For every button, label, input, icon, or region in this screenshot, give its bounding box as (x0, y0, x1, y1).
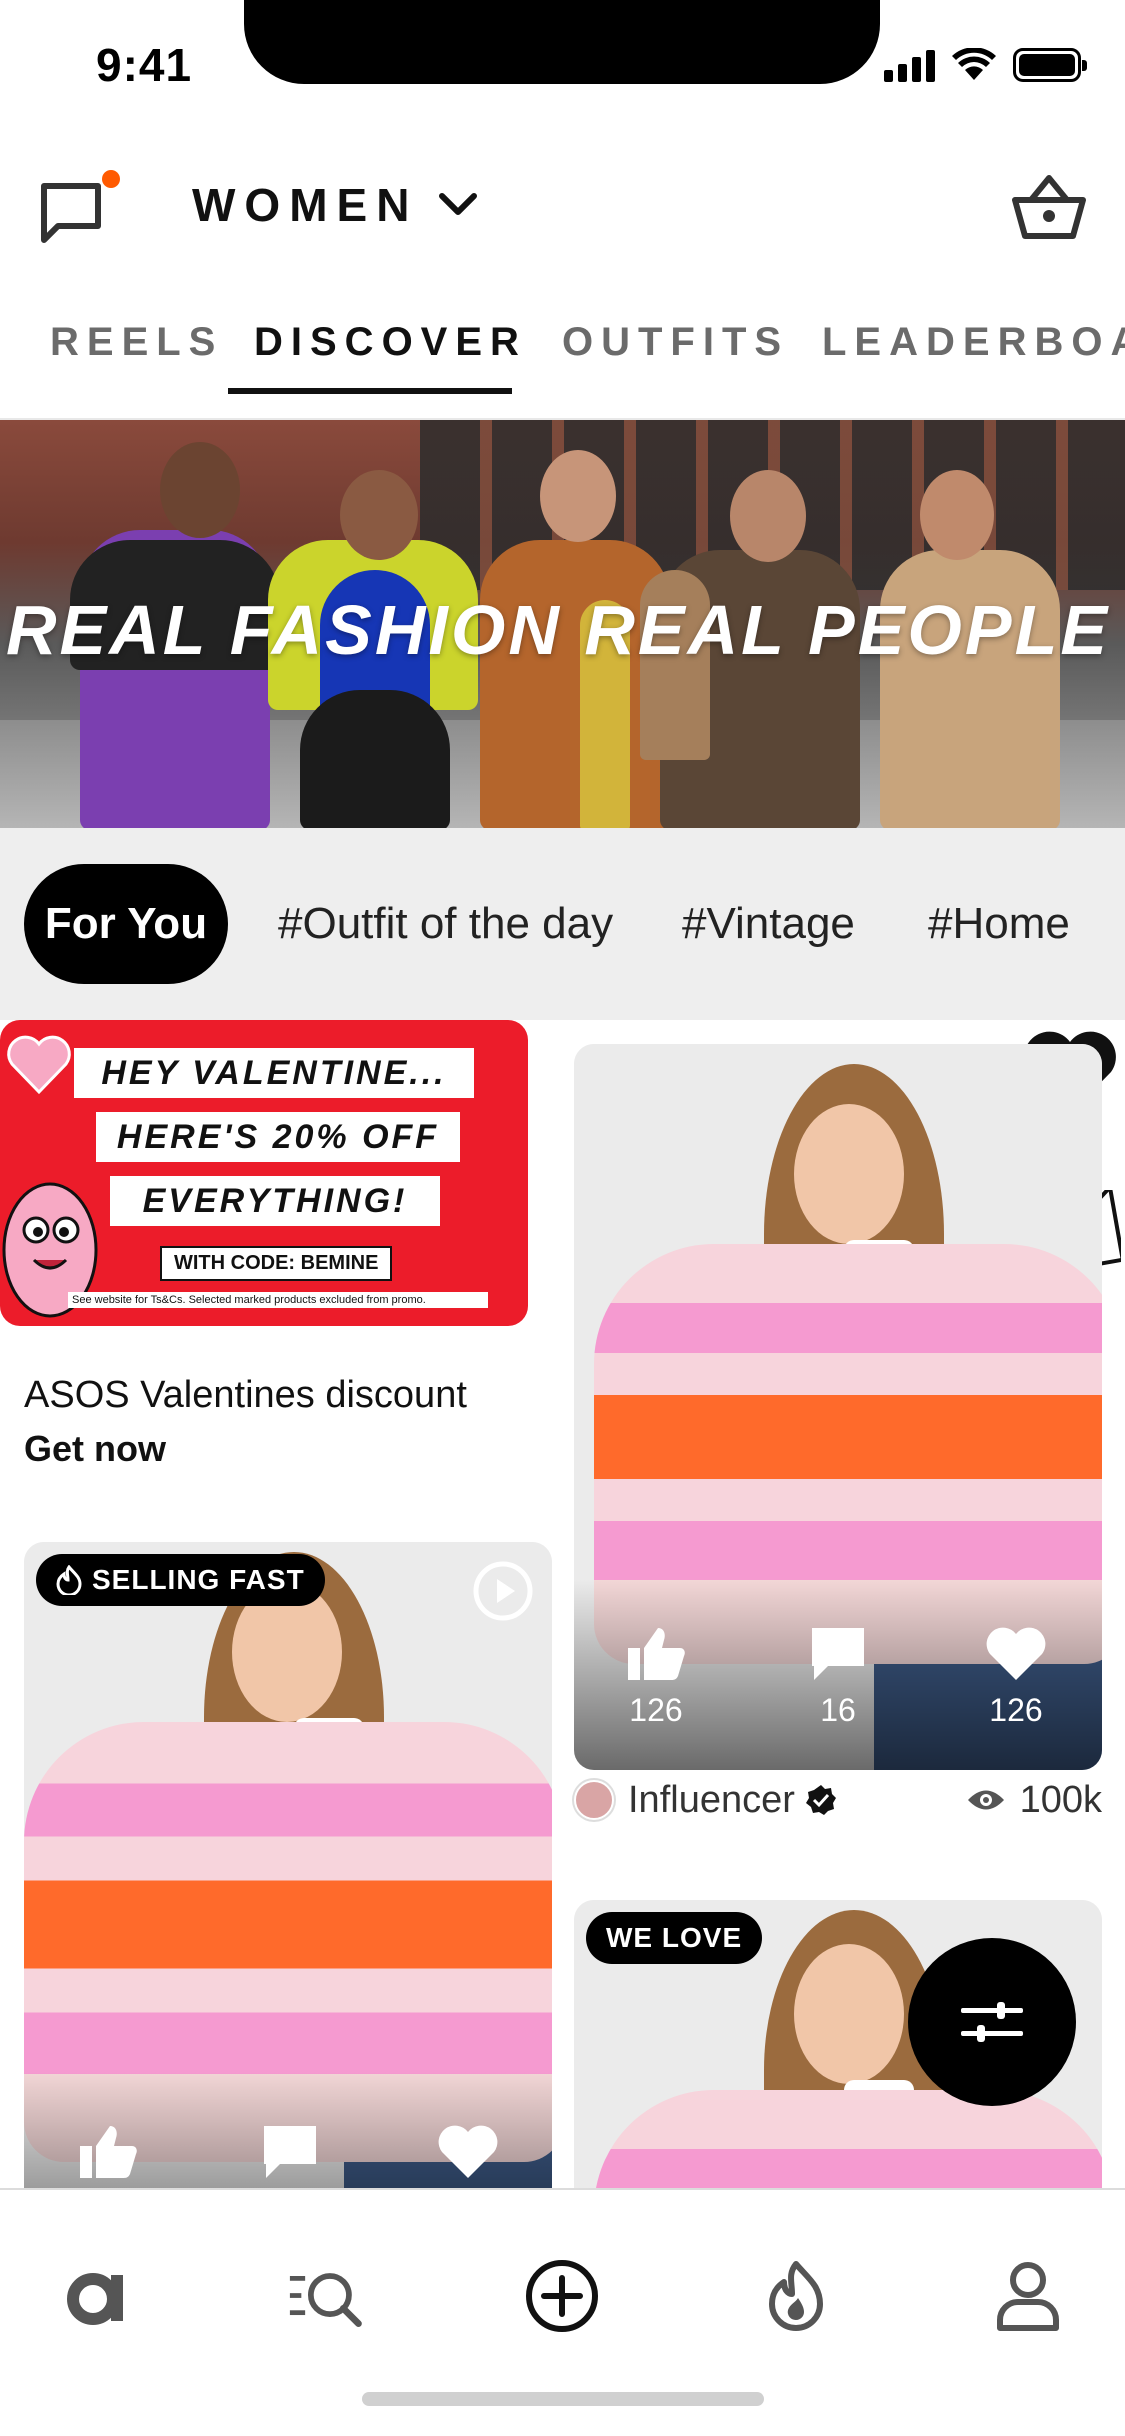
nav-trending[interactable] (756, 2256, 836, 2336)
promo-banner[interactable]: HEY VALENTINE... HERE'S 20% OFF EVERYTHI… (0, 1020, 1121, 1326)
status-bar: 9:41 (0, 0, 1125, 132)
chip-outfit-of-the-day[interactable]: #Outfit of the day (278, 864, 613, 984)
gender-selector[interactable]: WOMEN (192, 178, 478, 232)
comment-icon[interactable] (258, 2122, 322, 2182)
nav-home[interactable] (56, 2256, 136, 2336)
promo-line-2: HERE'S 20% OFF (96, 1112, 460, 1162)
promo-line-1: HEY VALENTINE... (74, 1048, 474, 1098)
hashtag-filter-bar: For You #Outfit of the day #Vintage #Hom… (0, 828, 1125, 1020)
thumbs-up-icon (628, 1628, 685, 1680)
chevron-down-icon (439, 193, 478, 215)
post-card[interactable]: 126 16 126 (574, 1044, 1102, 1770)
asos-a-icon (67, 2273, 123, 2325)
basket-button[interactable] (1009, 170, 1089, 250)
play-icon[interactable] (472, 1560, 534, 1622)
promo-title: ASOS Valentines discount (24, 1374, 467, 1416)
chat-button[interactable] (36, 164, 120, 248)
notification-dot (102, 170, 120, 188)
post-card-selling-fast[interactable]: SELLING FAST (24, 1542, 552, 2188)
chip-vintage[interactable]: #Vintage (682, 864, 855, 984)
cellular-signal-icon (884, 48, 935, 82)
post-author-row[interactable]: Influencer 100k (574, 1770, 1102, 1830)
status-icons (884, 48, 1087, 82)
promo-get-now-link[interactable]: Get now (24, 1428, 166, 1470)
tab-reels[interactable]: REELS (50, 320, 223, 365)
author-name[interactable]: Influencer (628, 1779, 795, 1822)
filter-fab-button[interactable] (908, 1938, 1076, 2106)
we-love-badge: WE LOVE (586, 1912, 763, 1964)
verified-badge-icon (805, 1785, 836, 1815)
flame-icon (56, 1565, 82, 1595)
flame-icon (769, 2261, 823, 2331)
eye-icon (967, 1790, 1004, 1810)
heart-icon[interactable] (436, 2122, 500, 2182)
gender-label: WOMEN (192, 179, 419, 231)
selling-fast-badge: SELLING FAST (36, 1554, 325, 1606)
view-count: 100k (966, 1779, 1102, 1822)
tab-discover[interactable]: DISCOVER (254, 320, 527, 365)
like-count: 126 (629, 1692, 683, 1728)
comment-stat[interactable]: 16 (806, 1624, 870, 1729)
heart-icon (986, 1627, 1046, 1680)
wifi-icon (952, 48, 996, 80)
nav-profile[interactable] (988, 2256, 1068, 2336)
badge-label: WE LOVE (606, 1922, 743, 1953)
heart-stat[interactable]: 126 (984, 1624, 1048, 1729)
promo-fine-print: See website for Ts&Cs. Selected marked p… (68, 1292, 488, 1308)
hero-banner[interactable]: REAL FASHION REAL PEOPLE R (0, 420, 1125, 828)
status-time: 9:41 (96, 39, 193, 91)
sliders-icon (961, 2002, 1023, 2042)
tab-outfits[interactable]: OUTFITS (562, 320, 789, 365)
nav-search[interactable] (288, 2256, 368, 2336)
promo-line-3: EVERYTHING! (110, 1176, 440, 1226)
app-header: WOMEN (0, 150, 1125, 260)
search-list-icon (289, 2273, 362, 2327)
thumbs-up-icon[interactable] (76, 2122, 140, 2182)
chip-for-you[interactable]: For You (24, 864, 228, 984)
comment-icon (812, 1628, 864, 1680)
nav-create[interactable] (522, 2256, 602, 2336)
device-notch (244, 0, 880, 84)
tab-leaderboard[interactable]: LEADERBOARD (822, 320, 1125, 365)
heart-icon (7, 1035, 71, 1095)
section-tabs: REELS DISCOVER OUTFITS LEADERBOARD (0, 300, 1125, 400)
promo-code: WITH CODE: BEMINE (160, 1246, 393, 1281)
comment-count: 16 (820, 1692, 856, 1728)
heart-count: 126 (989, 1692, 1043, 1728)
basket-icon (1012, 175, 1086, 239)
battery-icon (1013, 48, 1087, 82)
home-indicator[interactable] (362, 2392, 764, 2406)
hero-title: REAL FASHION REAL PEOPLE R (6, 591, 1125, 669)
active-tab-indicator (228, 388, 512, 394)
chat-bubble-icon (41, 183, 101, 243)
views-value: 100k (1019, 1778, 1102, 1821)
like-stat[interactable]: 126 (624, 1624, 688, 1729)
avatar[interactable] (574, 1780, 614, 1820)
badge-label: SELLING FAST (92, 1564, 305, 1595)
person-icon (997, 2262, 1059, 2331)
plus-circle-icon (526, 2260, 598, 2332)
chip-home[interactable]: #Home (928, 864, 1070, 984)
